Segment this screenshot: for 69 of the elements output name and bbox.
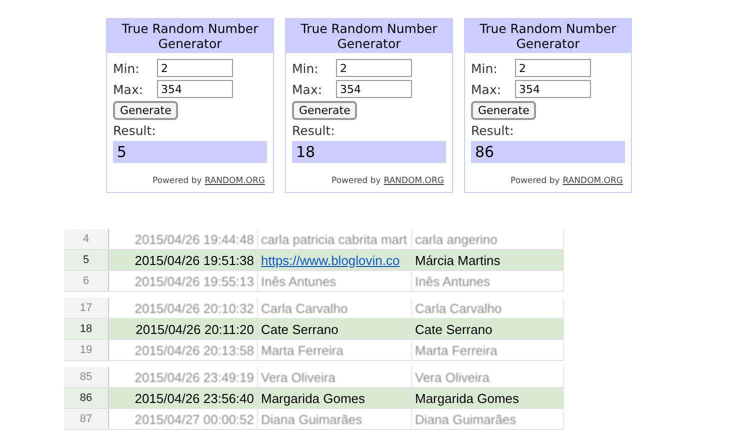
row-number: 17 bbox=[64, 298, 109, 318]
result-value: 5 bbox=[113, 141, 267, 163]
max-field[interactable]: 354 bbox=[515, 80, 591, 98]
max-label: Max: bbox=[292, 82, 324, 96]
table-cell: Cate Serrano bbox=[412, 319, 564, 339]
sheet-row[interactable]: 86 2015/04/26 23:56:40 Margarida Gomes Margarida Gomes bbox=[64, 388, 564, 409]
result-label: Result: bbox=[471, 123, 515, 138]
generate-button[interactable]: Generate bbox=[292, 101, 358, 120]
table-cell: Márcia Martins bbox=[412, 250, 564, 270]
min-label: Min: bbox=[113, 60, 140, 76]
max-label: Max: bbox=[113, 82, 144, 96]
powered-by-text: Powered by bbox=[332, 176, 381, 186]
table-cell: Diana Guimarães bbox=[258, 409, 412, 429]
min-label: Min: bbox=[471, 60, 498, 76]
row-number: 85 bbox=[64, 367, 109, 387]
table-cell: Cate Serrano bbox=[258, 319, 412, 339]
generate-button[interactable]: Generate bbox=[113, 101, 178, 120]
table-cell: Carla Carvalho bbox=[258, 298, 412, 318]
widget-title: True Random Number Generator bbox=[465, 19, 631, 53]
table-cell: 2015/04/26 23:49:19 bbox=[109, 367, 258, 387]
min-field[interactable]: 2 bbox=[515, 59, 591, 77]
table-cell: carla angerino bbox=[412, 229, 564, 249]
table-cell: 2015/04/27 00:00:52 bbox=[109, 409, 258, 429]
table-cell: Carla Carvalho bbox=[412, 298, 564, 318]
widget-title: True Random Number Generator bbox=[107, 19, 273, 53]
min-field[interactable]: 2 bbox=[157, 59, 233, 77]
table-cell: Margarida Gomes bbox=[412, 388, 564, 408]
row-number: 4 bbox=[64, 229, 109, 249]
powered-by-text: Powered by bbox=[152, 176, 202, 186]
url-link[interactable]: https://www.bloglovin.co bbox=[261, 252, 400, 268]
table-cell: Marta Ferreira bbox=[412, 340, 564, 360]
table-cell: 2015/04/26 20:10:32 bbox=[109, 298, 258, 318]
result-label: Result: bbox=[113, 123, 157, 138]
max-field[interactable]: 354 bbox=[157, 80, 233, 98]
min-label: Min: bbox=[292, 60, 320, 76]
max-field[interactable]: 354 bbox=[336, 80, 412, 98]
random-org-link[interactable]: RANDOM.ORG bbox=[384, 176, 444, 186]
result-value: 86 bbox=[471, 141, 625, 163]
table-cell: 2015/04/26 19:51:38 bbox=[109, 250, 258, 270]
random-org-link[interactable]: RANDOM.ORG bbox=[204, 176, 265, 186]
max-label: Max: bbox=[471, 82, 502, 96]
min-field[interactable]: 2 bbox=[336, 59, 412, 77]
random-org-link[interactable]: RANDOM.ORG bbox=[562, 176, 623, 186]
table-cell: 2015/04/26 20:11:20 bbox=[109, 319, 258, 339]
table-cell: carla patricia cabrita mart bbox=[258, 229, 412, 249]
table-cell: 2015/04/26 19:44:48 bbox=[109, 229, 258, 249]
table-cell: Inês Antunes bbox=[258, 271, 412, 291]
table-cell: Vera Oliveira bbox=[258, 367, 412, 387]
sheet-row[interactable]: 18 2015/04/26 20:11:20 Cate Serrano Cate Serrano bbox=[64, 319, 564, 340]
row-number: 6 bbox=[64, 271, 109, 291]
row-number: 18 bbox=[64, 319, 109, 339]
result-label: Result: bbox=[292, 123, 336, 138]
powered-by-text: Powered by bbox=[510, 176, 560, 186]
row-number: 87 bbox=[64, 409, 109, 429]
row-number: 19 bbox=[64, 340, 109, 360]
result-value: 18 bbox=[292, 141, 446, 163]
table-cell: Inês Antunes bbox=[412, 271, 564, 291]
widget-title: True Random Number Generator bbox=[286, 19, 452, 53]
table-cell: 2015/04/26 20:13:58 bbox=[109, 340, 258, 360]
generate-button[interactable]: Generate bbox=[471, 101, 536, 120]
table-cell: Diana Guimarães bbox=[412, 409, 564, 429]
table-cell: Vera Oliveira bbox=[412, 367, 564, 387]
table-cell: 2015/04/26 19:55:13 bbox=[109, 271, 258, 291]
table-cell: Marta Ferreira bbox=[258, 340, 412, 360]
row-number: 86 bbox=[64, 388, 109, 408]
sheet-row[interactable]: 5 2015/04/26 19:51:38 https://www.bloglovin.co Márcia Martins bbox=[64, 250, 564, 271]
table-cell: Margarida Gomes bbox=[258, 388, 412, 408]
row-number: 5 bbox=[64, 250, 109, 270]
table-cell: 2015/04/26 23:56:40 bbox=[109, 388, 258, 408]
